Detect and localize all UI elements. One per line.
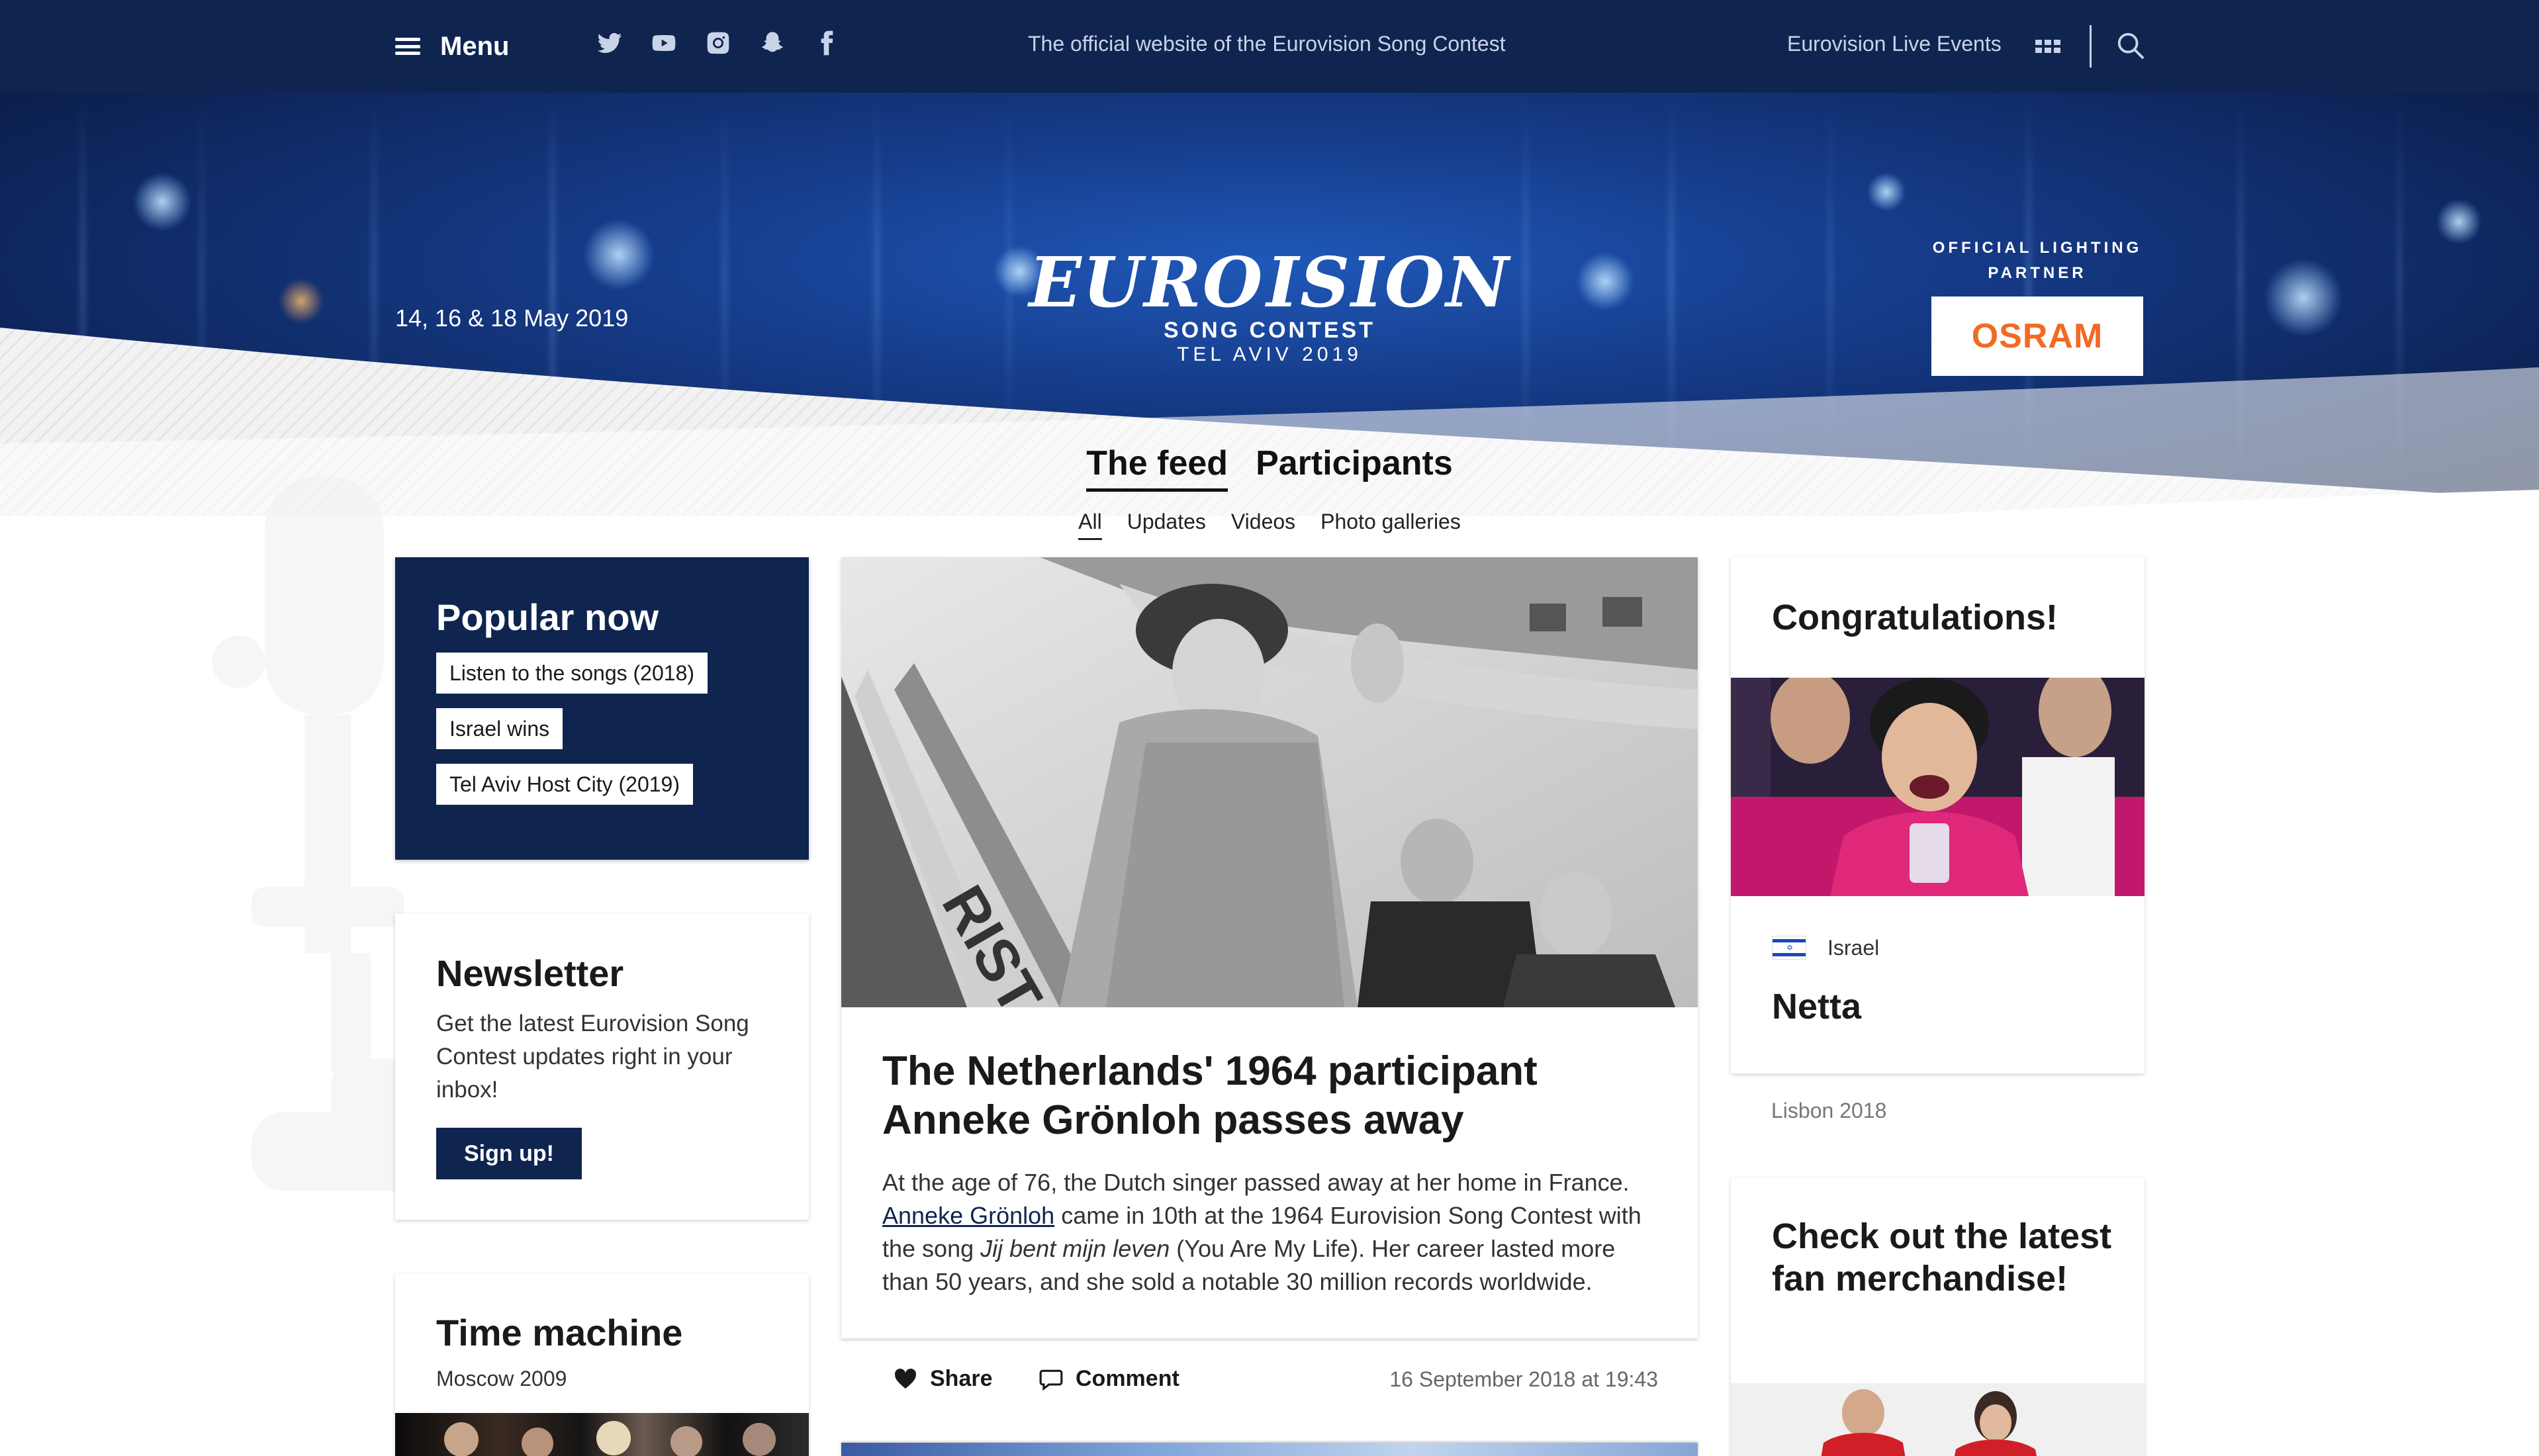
tab-the-feed[interactable]: The feed: [1086, 443, 1228, 492]
merchandise-photo[interactable]: [1731, 1383, 2145, 1456]
newsletter-title: Newsletter: [436, 952, 624, 994]
logo-word-right: ISION: [1266, 242, 1510, 323]
filter-videos[interactable]: Videos: [1231, 510, 1295, 540]
comment-button[interactable]: Comment: [1039, 1366, 1179, 1392]
popular-now-card: Popular now Listen to the songs (2018) I…: [395, 557, 809, 860]
article-title[interactable]: The Netherlands' 1964 participant Anneke…: [882, 1047, 1643, 1145]
newsletter-text: Get the latest Eurovision Song Contest u…: [436, 1011, 749, 1103]
article-card[interactable]: RIST The Netherlands' 1964 participant A…: [841, 557, 1698, 1338]
signup-button[interactable]: Sign up!: [436, 1128, 582, 1179]
time-machine-photo[interactable]: [395, 1413, 809, 1456]
facebook-icon[interactable]: [813, 29, 841, 57]
time-machine-subtitle: Moscow 2009: [436, 1367, 567, 1390]
hamburger-icon: [395, 38, 420, 55]
logo-location: TEL AVIV 2019: [1177, 343, 1362, 365]
article-song-title: Jij bent mijn leven: [980, 1235, 1170, 1262]
logo-word-left: EURO: [1029, 242, 1264, 323]
feed-filters: All Updates Videos Photo galleries: [0, 510, 2539, 540]
live-events-link[interactable]: Eurovision Live Events: [1787, 32, 2002, 56]
eurovision-logo[interactable]: EURO ISION SONG CONTEST TEL AVIV 2019: [1029, 246, 1508, 385]
time-machine-card[interactable]: Time machine Moscow 2009: [395, 1274, 809, 1456]
menu-label: Menu: [440, 31, 510, 61]
popular-item[interactable]: Tel Aviv Host City (2019): [436, 764, 693, 805]
article-date: 16 September 2018 at 19:43: [1389, 1367, 1658, 1391]
comment-label: Comment: [1076, 1366, 1179, 1391]
tab-participants[interactable]: Participants: [1256, 443, 1453, 492]
share-label: Share: [930, 1366, 993, 1391]
winner-photo[interactable]: [1731, 678, 2145, 896]
nav-divider: [2090, 25, 2092, 68]
winner-country: Israel: [1827, 936, 1880, 960]
popular-now-title: Popular now: [436, 596, 659, 638]
article-photo[interactable]: RIST: [841, 557, 1698, 1007]
youtube-icon[interactable]: [650, 29, 678, 57]
social-links: [596, 29, 841, 57]
filter-updates[interactable]: Updates: [1127, 510, 1206, 540]
comment-icon: [1039, 1369, 1063, 1391]
israel-flag-icon: ✡: [1772, 936, 1806, 960]
top-navigation-bar: Menu The official website of the Eurovis…: [0, 0, 2539, 93]
search-icon[interactable]: [2115, 30, 2146, 61]
feed-tabs: The feed Participants: [0, 443, 2539, 492]
article-body-link[interactable]: Anneke Grönloh: [882, 1202, 1054, 1229]
newsletter-card: Newsletter Get the latest Eurovision Son…: [395, 913, 809, 1220]
apps-grid-icon[interactable]: [2035, 40, 2060, 54]
merchandise-title[interactable]: Check out the latest fan merchandise!: [1772, 1215, 2116, 1300]
congratulations-title: Congratulations!: [1772, 598, 2058, 637]
contest-dates: 14, 16 & 18 May 2019: [395, 304, 629, 332]
article-body-intro: At the age of 76, the Dutch singer passe…: [882, 1169, 1630, 1196]
time-machine-title: Time machine: [436, 1312, 683, 1353]
merchandise-card[interactable]: Check out the latest fan merchandise!: [1731, 1178, 2145, 1456]
menu-button[interactable]: Menu: [395, 28, 509, 65]
article-body: At the age of 76, the Dutch singer passe…: [882, 1166, 1663, 1298]
next-article-card[interactable]: [841, 1443, 1698, 1456]
share-button[interactable]: Share: [893, 1366, 993, 1392]
popular-item[interactable]: Listen to the songs (2018): [436, 653, 708, 694]
congratulations-card[interactable]: Congratulations! ✡ Israel Netta: [1731, 557, 2145, 1073]
filter-photo-galleries[interactable]: Photo galleries: [1320, 510, 1461, 540]
osram-partner-logo[interactable]: OSRAM: [1931, 296, 2143, 376]
popular-item[interactable]: Israel wins: [436, 708, 563, 749]
heart-icon: [895, 1368, 916, 1388]
instagram-icon[interactable]: [704, 29, 732, 57]
filter-all[interactable]: All: [1078, 510, 1102, 540]
snapchat-icon[interactable]: [759, 29, 786, 57]
winner-artist[interactable]: Netta: [1772, 986, 1861, 1027]
article-actions: Share Comment 16 September 2018 at 19:43: [841, 1340, 1698, 1419]
winner-contest-year: Lisbon 2018: [1771, 1099, 1887, 1122]
partner-label: OFFICIAL LIGHTING PARTNER: [1932, 239, 2143, 282]
site-tagline: The official website of the Eurovision S…: [1028, 32, 1506, 56]
twitter-icon[interactable]: [596, 29, 623, 57]
